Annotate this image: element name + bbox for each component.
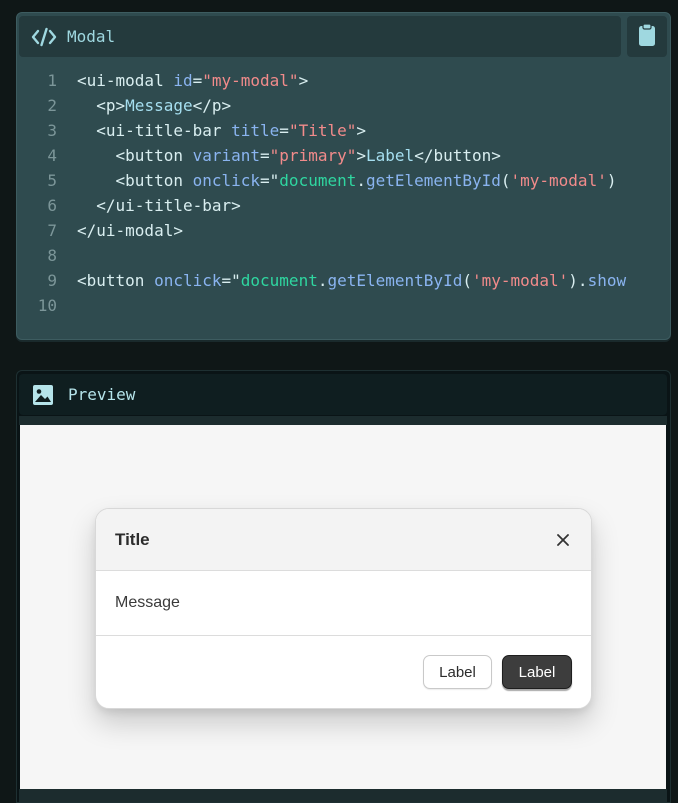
code-line: 7 </ui-modal> xyxy=(17,218,670,243)
modal-footer: Label Label xyxy=(96,636,591,708)
code-token: <p> xyxy=(77,96,126,115)
code-token: </button> xyxy=(414,146,501,165)
code-token: onclick xyxy=(154,271,222,290)
code-token: > xyxy=(356,146,367,165)
code-panel-title: Modal xyxy=(67,27,116,46)
code-token: > xyxy=(298,71,309,90)
modal-title: Title xyxy=(115,529,150,549)
code-token: ( xyxy=(500,171,511,190)
line-number: 5 xyxy=(47,171,57,190)
code-token: variant xyxy=(192,146,261,165)
code-line: 9 <button onclick="document.getElementByI… xyxy=(17,268,670,293)
code-line: 4 <button variant="primary">Label</butto… xyxy=(17,143,670,168)
code-line: 2 <p>Message</p> xyxy=(17,93,670,118)
modal-message: Message xyxy=(115,594,180,611)
preview-bottom-border xyxy=(19,789,667,802)
preview-canvas: Title Message Label Label xyxy=(20,425,666,789)
clipboard-icon xyxy=(638,22,656,51)
code-token: show xyxy=(587,271,627,290)
code-text: <button onclick="document.getElementById… xyxy=(77,271,626,290)
code-line: 5 <button onclick="document.getElementBy… xyxy=(17,168,670,193)
code-token: document xyxy=(240,271,318,290)
code-token: = xyxy=(260,146,270,165)
code-text: <button onclick="document.getElementById… xyxy=(77,171,617,190)
modal-body: Message xyxy=(96,571,591,636)
code-token: 'my-modal' xyxy=(510,171,607,190)
code-line: 3 <ui-title-bar title="Title"> xyxy=(17,118,670,143)
preview-panel-title: Preview xyxy=(68,385,136,404)
secondary-button[interactable]: Label xyxy=(423,655,492,689)
code-token: <button xyxy=(77,271,155,290)
line-number: 1 xyxy=(47,71,57,90)
code-line: 8 xyxy=(17,243,670,268)
code-editor[interactable]: 1 <ui-modal id="my-modal"> 2 <p>Message</p… xyxy=(17,68,670,318)
code-token: </ui-title-bar> xyxy=(77,196,241,215)
code-panel: Modal 1 <ui-modal id="my-modal"> 2 <p>Mess… xyxy=(16,12,671,340)
code-token: ) xyxy=(606,171,617,190)
line-number: 2 xyxy=(47,96,57,115)
code-token: 'my-modal' xyxy=(471,271,569,290)
code-token: Label xyxy=(366,146,415,165)
code-token: <button xyxy=(77,171,193,190)
code-text: <ui-title-bar title="Title"> xyxy=(77,121,366,140)
code-text: <button variant="primary">Label</button> xyxy=(77,146,501,165)
image-icon xyxy=(32,384,54,406)
code-token: = xyxy=(192,71,203,90)
code-line: 10 xyxy=(17,293,670,318)
code-text: <ui-modal id="my-modal"> xyxy=(77,71,308,90)
code-token: > xyxy=(356,121,367,140)
line-number: 3 xyxy=(47,121,57,140)
line-number: 8 xyxy=(47,246,57,265)
code-token: </ui-modal> xyxy=(77,221,183,240)
code-token: =" xyxy=(221,271,241,290)
code-panel-header: Modal xyxy=(19,16,621,57)
line-number: 4 xyxy=(47,146,57,165)
line-number: 7 xyxy=(47,221,57,240)
code-token: . xyxy=(356,171,366,190)
code-token: <button xyxy=(77,146,193,165)
code-token: <ui-title-bar xyxy=(77,121,232,140)
code-token: getElementById xyxy=(366,171,501,190)
code-text: <p>Message</p> xyxy=(77,96,231,115)
close-icon[interactable] xyxy=(555,532,571,548)
code-token: </p> xyxy=(192,96,232,115)
code-token: id xyxy=(173,71,193,90)
preview-panel: Preview Title Message Label Label xyxy=(16,370,671,803)
code-token: <ui-modal xyxy=(77,71,174,90)
preview-top-border xyxy=(19,416,667,425)
code-line: 1 <ui-modal id="my-modal"> xyxy=(17,68,670,93)
code-token: Message xyxy=(125,96,193,115)
code-token: document xyxy=(279,171,357,190)
code-token: getElementById xyxy=(327,271,463,290)
code-text: </ui-title-bar> xyxy=(77,196,241,215)
modal-dialog: Title Message Label Label xyxy=(95,508,592,709)
copy-code-button[interactable] xyxy=(627,16,667,57)
code-token: title xyxy=(231,121,280,140)
code-icon xyxy=(31,26,57,48)
code-token: ). xyxy=(568,271,588,290)
code-token: onclick xyxy=(192,171,261,190)
code-line: 6 </ui-title-bar> xyxy=(17,193,670,218)
primary-button[interactable]: Label xyxy=(502,655,572,689)
code-text: </ui-modal> xyxy=(77,221,183,240)
code-token: = xyxy=(279,121,289,140)
code-token: "Title" xyxy=(288,121,357,140)
preview-panel-header: Preview xyxy=(19,374,667,415)
code-token: =" xyxy=(260,171,280,190)
line-number: 6 xyxy=(47,196,57,215)
code-token: "my-modal" xyxy=(202,71,299,90)
line-number: 10 xyxy=(37,296,57,315)
code-token: "primary" xyxy=(269,146,357,165)
modal-title-bar: Title xyxy=(96,509,591,571)
code-token: ( xyxy=(462,271,472,290)
line-number: 9 xyxy=(47,271,57,290)
